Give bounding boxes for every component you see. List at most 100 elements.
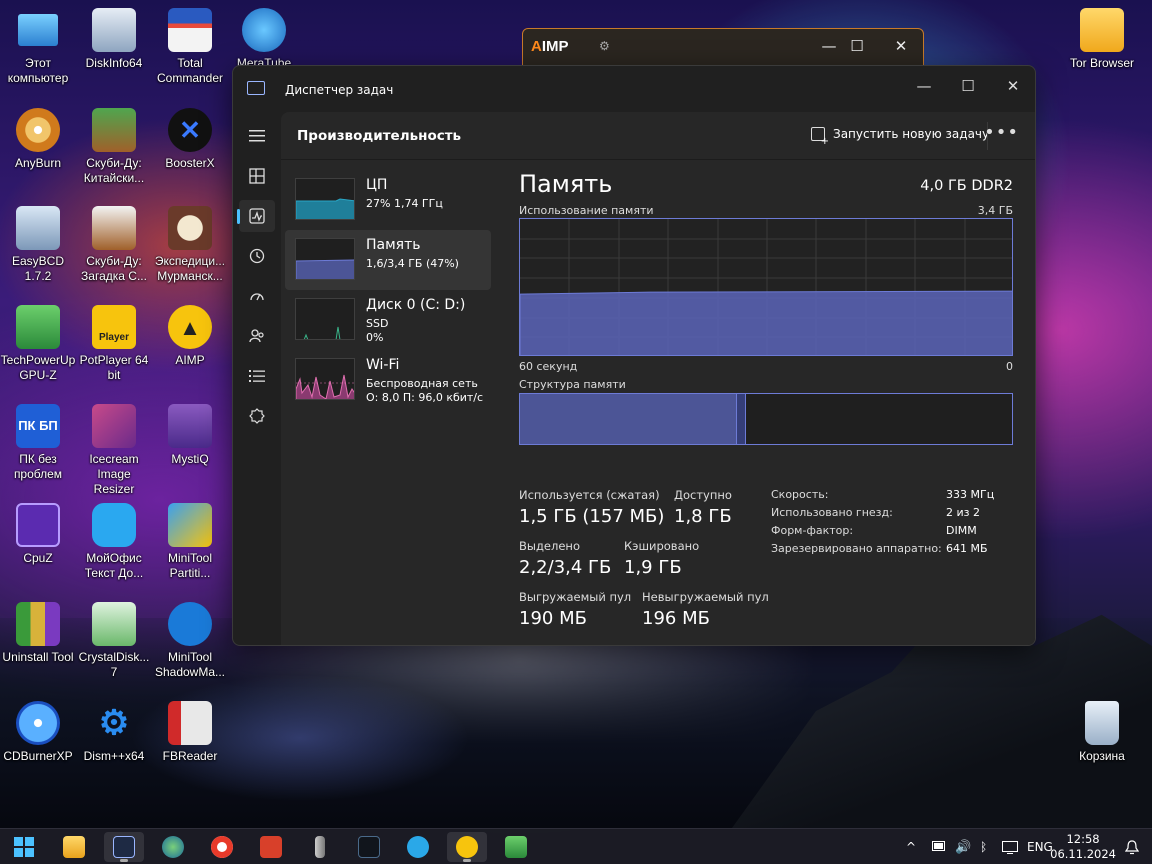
taskbar-browser[interactable] <box>153 832 193 862</box>
desktop-icon-scooby-2[interactable]: Скуби-Ду: Загадка С... <box>76 206 152 284</box>
aimp-maximize-button[interactable]: ☐ <box>845 35 869 57</box>
graph-time-right: 0 <box>1006 360 1013 373</box>
detail-form-factor-value: DIMM <box>946 524 977 537</box>
desktop-icon-mystiq[interactable]: MystiQ <box>152 404 228 467</box>
hamburger-menu-icon[interactable] <box>239 120 275 152</box>
taskbar-fan-app[interactable] <box>349 832 389 862</box>
desktop-icon-scooby-1[interactable]: Скуби-Ду: Китайски... <box>76 108 152 186</box>
desktop-icon-pk-bez-problem[interactable]: ПК БП ПК без проблем <box>0 404 76 482</box>
performance-icon[interactable] <box>237 200 275 232</box>
processes-icon[interactable] <box>239 160 275 192</box>
desktop-icon-gpuz[interactable]: TechPowerUp GPU-Z <box>0 305 76 383</box>
desktop-icon-boosterx[interactable]: ✕ BoosterX <box>152 108 228 171</box>
tray-overflow-chevron[interactable]: ^ <box>906 829 916 864</box>
start-button[interactable] <box>4 832 44 862</box>
fan-icon <box>358 836 380 858</box>
taskbar: ^ 🔊 ᛒ ENG 12:58 06.11.2024 <box>0 828 1152 864</box>
aimp-triangle-icon: ▲ <box>168 305 212 349</box>
desktop-icon-meratube[interactable]: MeraTube <box>226 8 302 71</box>
memory-usage-area <box>520 290 1012 355</box>
desktop-icon-dism[interactable]: ⚙ Dism++x64 <box>76 701 152 764</box>
main-content: Производительность Запустить новую задач… <box>281 112 1035 645</box>
desktop-icon-anyburn[interactable]: AnyBurn <box>0 108 76 171</box>
task-manager-app-icon <box>247 81 265 95</box>
desktop-icon-aimp[interactable]: ▲ AIMP <box>152 305 228 368</box>
aimp-close-button[interactable]: ✕ <box>889 35 913 57</box>
taskbar-telegram[interactable] <box>398 832 438 862</box>
tray-volume-icon[interactable]: 🔊 <box>955 829 971 864</box>
aimp-logo: AIMP <box>531 38 569 55</box>
desktop-icon-cdburnerxp[interactable]: CDBurnerXP <box>0 701 76 764</box>
desktop-icon-icecream[interactable]: Icecream Image Resizer <box>76 404 152 497</box>
perf-item-wifi[interactable]: Wi-Fi Беспроводная сеть О: 8,0 П: 96,0 кб… <box>285 350 491 410</box>
usage-graph-max: 3,4 ГБ <box>977 204 1013 217</box>
task-manager-window: Диспетчер задач — ☐ ✕ Производительность… <box>232 65 1036 646</box>
desktop-icon-this-pc[interactable]: Этот компьютер <box>0 8 76 86</box>
notification-bell-icon[interactable] <box>1125 829 1139 864</box>
document-bubble-icon <box>92 503 136 547</box>
desktop-icon-expedition[interactable]: Экспедици... Мурманск... <box>152 206 228 284</box>
folder-onion-icon <box>1080 8 1124 52</box>
monitor-icon <box>18 14 58 46</box>
desktop-icon-total-commander[interactable]: Total Commander <box>152 8 228 86</box>
folder-icon <box>63 836 85 858</box>
startup-apps-icon[interactable] <box>239 280 275 312</box>
desktop-icon-minitool-shadow[interactable]: MiniTool ShadowMa... <box>152 602 228 680</box>
title-bar[interactable]: Диспетчер задач — ☐ ✕ <box>233 66 1035 112</box>
perf-item-memory[interactable]: Память 1,6/3,4 ГБ (47%) <box>285 230 491 290</box>
taskbar-power-app[interactable] <box>251 832 291 862</box>
run-new-task-button[interactable]: Запустить новую задачу <box>811 127 989 147</box>
detail-reserved-value: 641 МБ <box>946 542 988 555</box>
floppy-icon <box>168 8 212 52</box>
page-title: Производительность <box>297 128 462 144</box>
services-icon[interactable] <box>239 400 275 432</box>
details-list-icon[interactable] <box>239 360 275 392</box>
minimize-button[interactable]: — <box>901 70 947 102</box>
taskbar-task-manager[interactable] <box>104 832 144 862</box>
tray-network-icon[interactable] <box>1002 829 1018 864</box>
gear-icon[interactable]: ⚙ <box>599 39 610 53</box>
tray-battery-icon[interactable] <box>932 829 946 864</box>
desktop-icon-uninstall-tool[interactable]: Uninstall Tool <box>0 602 76 665</box>
magic-wand-icon <box>168 503 212 547</box>
desktop-icon-tor-browser[interactable]: Tor Browser <box>1064 8 1140 71</box>
taskbar-file-explorer[interactable] <box>54 832 94 862</box>
taskbar-clock[interactable]: 12:58 06.11.2024 <box>1050 832 1116 862</box>
desktop-icon-easybcd[interactable]: EasyBCD 1.7.2 <box>0 206 76 284</box>
disc-icon <box>16 108 60 152</box>
desktop-icon-diskinfo[interactable]: DiskInfo64 <box>76 8 152 71</box>
memory-thumbnail-graph <box>295 238 355 280</box>
perf-item-disk[interactable]: Диск 0 (C: D:) SSD 0% <box>285 290 491 350</box>
taskbar-yandex-browser[interactable] <box>202 832 242 862</box>
more-options-button[interactable]: ••• <box>984 122 1019 143</box>
gears-icon: ⚙ <box>98 703 130 742</box>
perf-item-cpu[interactable]: ЦП 27% 1,74 ГГц <box>285 170 491 230</box>
desktop-icon-fbreader[interactable]: FBReader <box>152 701 228 764</box>
desktop-icon-potplayer[interactable]: Player PotPlayer 64 bit <box>76 305 152 383</box>
cd-icon <box>16 701 60 745</box>
disk-thumbnail-graph <box>295 298 355 340</box>
usb-icon <box>315 836 325 858</box>
cpu-thumbnail-graph <box>295 178 355 220</box>
taskbar-aimp[interactable] <box>447 832 487 862</box>
potplayer-icon: Player <box>92 305 136 349</box>
users-icon[interactable] <box>239 320 275 352</box>
aimp-window[interactable]: AIMP ⚙ — ☐ ✕ <box>522 28 924 68</box>
desktop-icon-minitool-partition[interactable]: MiniTool Partiti... <box>152 503 228 581</box>
desktop-icon-recycle-bin[interactable]: Корзина <box>1064 701 1140 764</box>
app-history-icon[interactable] <box>239 240 275 272</box>
taskbar-usb-tool[interactable] <box>300 832 340 862</box>
desktop-icon-moyofis[interactable]: МойОфис Текст До... <box>76 503 152 581</box>
telegram-icon <box>407 836 429 858</box>
taskbar-gpuz[interactable] <box>496 832 536 862</box>
detail-slots-key: Использовано гнезд: <box>771 506 893 519</box>
tray-language[interactable]: ENG <box>1027 829 1053 864</box>
maximize-button[interactable]: ☐ <box>945 70 991 102</box>
stat-available-value: 1,8 ГБ <box>674 506 732 527</box>
desktop-icon-cpuz[interactable]: CpuZ <box>0 503 76 566</box>
tray-bluetooth-icon[interactable]: ᛒ <box>980 829 987 864</box>
aimp-minimize-button[interactable]: — <box>817 35 841 57</box>
memory-heading: Память <box>519 170 613 198</box>
close-button[interactable]: ✕ <box>990 70 1035 102</box>
desktop-icon-crystaldisk[interactable]: CrystalDisk... 7 <box>76 602 152 680</box>
